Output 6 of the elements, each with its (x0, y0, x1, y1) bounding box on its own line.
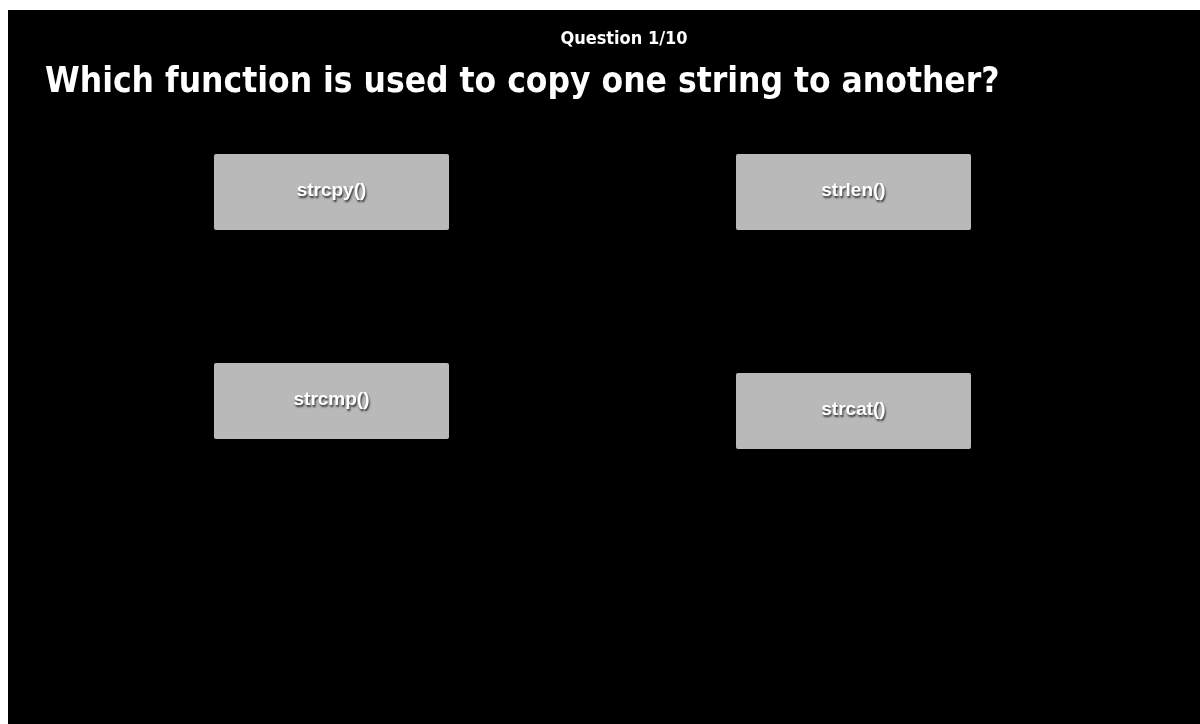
answer-button[interactable]: strcmp() (214, 363, 449, 439)
answer-button[interactable]: strlen() (736, 154, 971, 230)
question-counter: Question 1/10 (559, 26, 689, 50)
answer-button[interactable]: strcpy() (214, 154, 449, 230)
question-text: Which function is used to copy one string to another? (45, 59, 1001, 102)
answer-button[interactable]: strcat() (736, 373, 971, 449)
